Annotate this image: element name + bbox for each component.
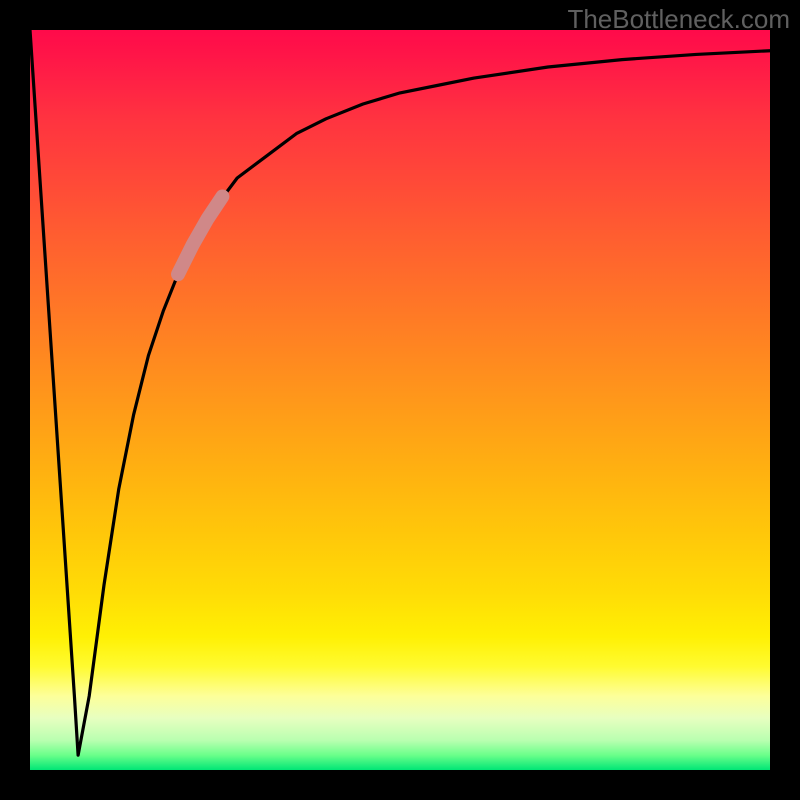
bottleneck-curve (30, 30, 770, 755)
chart-container: TheBottleneck.com (0, 0, 800, 800)
highlight-segment-icon (178, 197, 222, 275)
plot-area (30, 30, 770, 770)
curve-svg (30, 30, 770, 770)
watermark-label: TheBottleneck.com (567, 4, 790, 35)
